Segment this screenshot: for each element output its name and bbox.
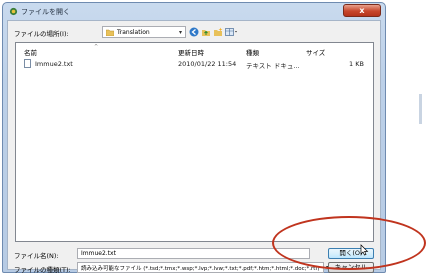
up-folder-icon[interactable] xyxy=(201,27,211,37)
filetype-label: ファイルの種類(T): xyxy=(14,266,71,274)
filename-value: Immue2.txt xyxy=(81,250,116,257)
title-bar[interactable]: ファイルを開く x xyxy=(3,3,385,20)
filetype-select[interactable]: 読み込み可能なファイル (*.tsd;*.tmx;*.wsp;*.lvp;*.l… xyxy=(77,262,324,273)
folder-icon xyxy=(106,29,114,36)
close-button[interactable]: x xyxy=(343,4,381,17)
annotation-ellipse xyxy=(272,216,426,270)
app-icon xyxy=(9,7,18,16)
file-modified: 2010/01/22 11:54 xyxy=(178,60,237,68)
sort-caret-icon: ^ xyxy=(94,44,99,50)
file-list[interactable]: 名前 ^ 更新日時 種類 サイズ Immue2.txt 2010/01/22 1… xyxy=(15,42,374,242)
table-row[interactable]: Immue2.txt 2010/01/22 11:54 テキスト ドキュ... … xyxy=(17,58,372,70)
filename-label: ファイル名(N): xyxy=(14,252,59,260)
background-stripe xyxy=(419,94,422,124)
view-menu-icon[interactable] xyxy=(225,27,238,37)
lookin-dropdown[interactable]: Translation xyxy=(102,26,186,38)
file-size: 1 KB xyxy=(349,60,364,68)
lookin-chevron-down-icon[interactable]: ▾ xyxy=(179,29,182,36)
mouse-pointer-icon xyxy=(360,244,369,256)
back-icon[interactable] xyxy=(189,27,199,37)
lookin-label: ファイルの場所(I): xyxy=(14,30,69,38)
file-name: Immue2.txt xyxy=(35,60,73,68)
new-folder-icon[interactable] xyxy=(213,27,223,37)
filetype-value: 読み込み可能なファイル (*.tsd;*.tmx;*.wsp;*.lvp;*.l… xyxy=(81,266,320,272)
column-header-size[interactable]: サイズ xyxy=(306,47,325,57)
column-header-type[interactable]: 種類 xyxy=(246,47,259,57)
lookin-value: Translation xyxy=(117,29,150,36)
column-header-name[interactable]: 名前 xyxy=(24,47,37,57)
text-file-icon xyxy=(24,59,31,68)
file-type: テキスト ドキュ... xyxy=(246,62,300,70)
window-title: ファイルを開く xyxy=(21,8,70,16)
column-header-modified[interactable]: 更新日時 xyxy=(178,47,204,57)
